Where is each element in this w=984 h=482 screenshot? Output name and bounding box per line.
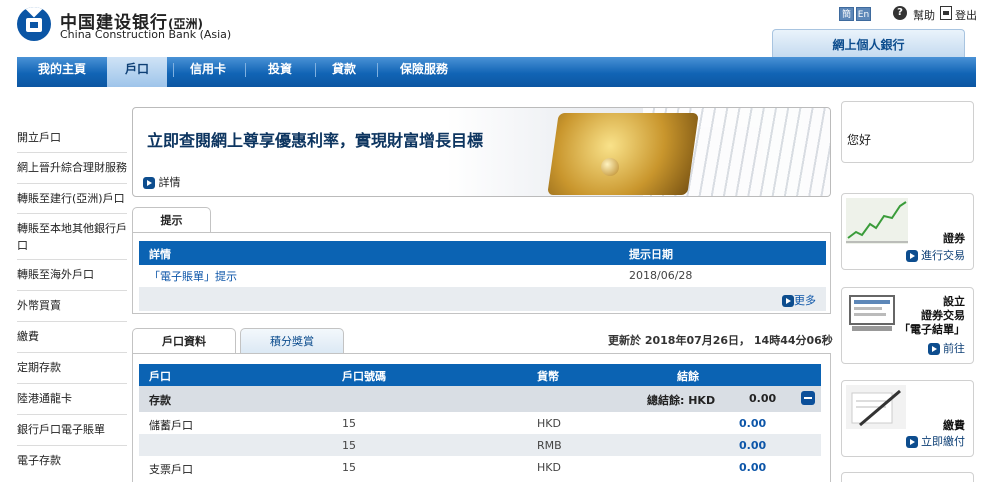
securities-title: 證券	[943, 232, 965, 245]
arrow-right-icon	[782, 295, 794, 307]
col-account-number: 戶口號碼	[342, 370, 386, 383]
total-balance-value: 0.00	[749, 392, 777, 405]
banner-details-link[interactable]: 詳情	[143, 174, 181, 190]
gold-gift-image	[547, 113, 699, 195]
arrow-right-icon	[143, 177, 155, 189]
sidebar-item-wealth-upgrade[interactable]: 網上晉升綜合理財服務	[17, 153, 127, 184]
tab-notices[interactable]: 提示	[132, 207, 211, 233]
account-number: 15	[342, 461, 356, 474]
securities-box[interactable]: 證券 進行交易	[841, 193, 974, 270]
nav-divider	[315, 63, 316, 77]
more-bar: 更多	[139, 287, 826, 311]
estatement-go-link[interactable]: 前往	[927, 340, 965, 356]
sidebar-item-e-deposit[interactable]: 電子存款	[17, 446, 127, 477]
accounts-panel: 戶口 戶口號碼 貨幣 結餘 存款 總結餘: HKD 0.00 儲蓄戶口 15 H…	[132, 353, 831, 482]
account-currency: RMB	[537, 439, 562, 452]
nav-accounts[interactable]: 戶口	[107, 57, 167, 87]
sidebar-item-bill-payment[interactable]: 繳費	[17, 322, 127, 353]
col-details: 詳情	[149, 248, 171, 261]
nav-home[interactable]: 我的主頁	[27, 57, 97, 83]
tab-rewards[interactable]: 積分獎賞	[240, 328, 344, 354]
securities-trade-link[interactable]: 進行交易	[905, 247, 965, 263]
account-name: 儲蓄戶口	[149, 419, 193, 432]
estatement-box[interactable]: 設立 證券交易 「電子結單」 前往	[841, 287, 974, 364]
nav-credit-card[interactable]: 信用卡	[177, 57, 239, 83]
nav-divider	[173, 63, 174, 77]
account-currency: HKD	[537, 461, 561, 474]
account-balance[interactable]: 0.00	[739, 439, 766, 452]
accounts-header: 戶口 戶口號碼 貨幣 結餘	[139, 364, 821, 386]
nav-loans[interactable]: 貸款	[317, 57, 371, 83]
notices-panel: 詳情 提示日期 「電子賬單」提示 2018/06/28 更多	[132, 232, 831, 314]
nav-investment[interactable]: 投資	[249, 57, 311, 83]
bill-pay-now-label: 立即繳付	[921, 435, 965, 448]
table-row[interactable]: 支票戶口 15 HKD 0.00	[139, 456, 821, 478]
bill-payment-box[interactable]: 繳費 立即繳付	[841, 380, 974, 457]
securities-trade-label: 進行交易	[921, 249, 965, 262]
lang-simplified-button[interactable]: 簡	[839, 7, 854, 21]
arrow-right-icon	[927, 343, 940, 355]
last-updated: 更新於 2018年07月26日， 14時44分06秒	[608, 334, 833, 347]
main-nav: 我的主頁 戶口 信用卡 投資 貸款 保險服務	[17, 57, 976, 87]
total-balance-label: 總結餘: HKD	[647, 394, 716, 407]
table-row[interactable]: 儲蓄戶口 15 HKD 0.00	[139, 412, 821, 434]
account-number: 15	[342, 439, 356, 452]
sidebar-item-hk-mainland-card[interactable]: 陸港通龍卡	[17, 384, 127, 415]
sidebar-item-open-account[interactable]: 開立戶口	[17, 123, 127, 153]
notice-link[interactable]: 「電子賬單」提示	[149, 268, 237, 284]
promo-banner[interactable]: 立即查閱網上尊享優惠利率，實現財富增長目標 詳情	[132, 107, 831, 197]
help-icon[interactable]: ?	[893, 6, 907, 20]
notice-date: 2018/06/28	[629, 269, 693, 282]
sidebar-item-transfer-local[interactable]: 轉賬至本地其他銀行戶口	[17, 214, 127, 260]
bill-payment-title: 繳費	[943, 419, 965, 432]
sidebar-item-estatement[interactable]: 銀行戶口電子賬單	[17, 415, 127, 446]
banner-title: 立即查閱網上尊享優惠利率，實現財富增長目標	[147, 131, 484, 150]
sidebar-item-time-deposit[interactable]: 定期存款	[17, 353, 127, 384]
col-balance: 結餘	[677, 370, 699, 383]
more-label: 更多	[794, 294, 816, 307]
account-balance[interactable]: 0.00	[739, 461, 766, 474]
promo-box-partial[interactable]	[841, 472, 974, 482]
estatement-go-label: 前往	[943, 342, 965, 355]
more-link[interactable]: 更多	[782, 292, 816, 308]
arrow-right-icon	[905, 250, 918, 262]
nav-insurance[interactable]: 保險服務	[381, 57, 467, 83]
section-label: 存款	[149, 394, 171, 407]
personal-ebanking-tab[interactable]: 網上個人銀行	[772, 29, 965, 59]
notices-header: 詳情 提示日期	[139, 241, 826, 265]
table-row[interactable]: 「電子賬單」提示 2018/06/28	[139, 265, 826, 287]
pen-document-image	[846, 385, 906, 429]
nav-divider	[377, 63, 378, 77]
logo-english: China Construction Bank (Asia)	[60, 28, 232, 41]
sidebar-item-transfer-ccba[interactable]: 轉賬至建行(亞洲)戶口	[17, 184, 127, 214]
lang-english-button[interactable]: En	[856, 7, 871, 21]
col-account: 戶口	[149, 370, 171, 383]
banner-details-label: 詳情	[158, 176, 181, 189]
monitor-icon	[849, 295, 895, 331]
tab-account-info[interactable]: 戶口資料	[132, 328, 236, 354]
table-row[interactable]: 15 RMB 0.00	[139, 434, 821, 456]
section-row-deposits: 存款 總結餘: HKD 0.00	[139, 386, 821, 412]
sidebar-item-transfer-overseas[interactable]: 轉賬至海外戶口	[17, 260, 127, 291]
account-name: 支票戶口	[149, 463, 193, 476]
greeting-box: 您好	[841, 101, 974, 163]
col-notice-date: 提示日期	[629, 248, 673, 261]
ccb-logo-icon	[17, 7, 51, 41]
account-balance[interactable]: 0.00	[739, 417, 766, 430]
help-link[interactable]: 幫助	[913, 7, 935, 23]
logout-link[interactable]: 登出	[955, 7, 977, 23]
sidebar-item-fx[interactable]: 外幣買賣	[17, 291, 127, 322]
account-currency: HKD	[537, 417, 561, 430]
bill-pay-now-link[interactable]: 立即繳付	[905, 433, 965, 449]
col-currency: 貨幣	[537, 370, 559, 383]
nav-divider	[245, 63, 246, 77]
greeting-text: 您好	[847, 133, 872, 147]
account-number: 15	[342, 417, 356, 430]
logout-icon[interactable]	[940, 6, 952, 20]
gold-ornament-image	[601, 158, 619, 176]
stock-chart-image	[846, 198, 908, 244]
arrow-right-icon	[905, 436, 918, 448]
collapse-icon[interactable]	[801, 391, 815, 405]
estatement-title-line3: 「電子結單」	[899, 323, 965, 336]
